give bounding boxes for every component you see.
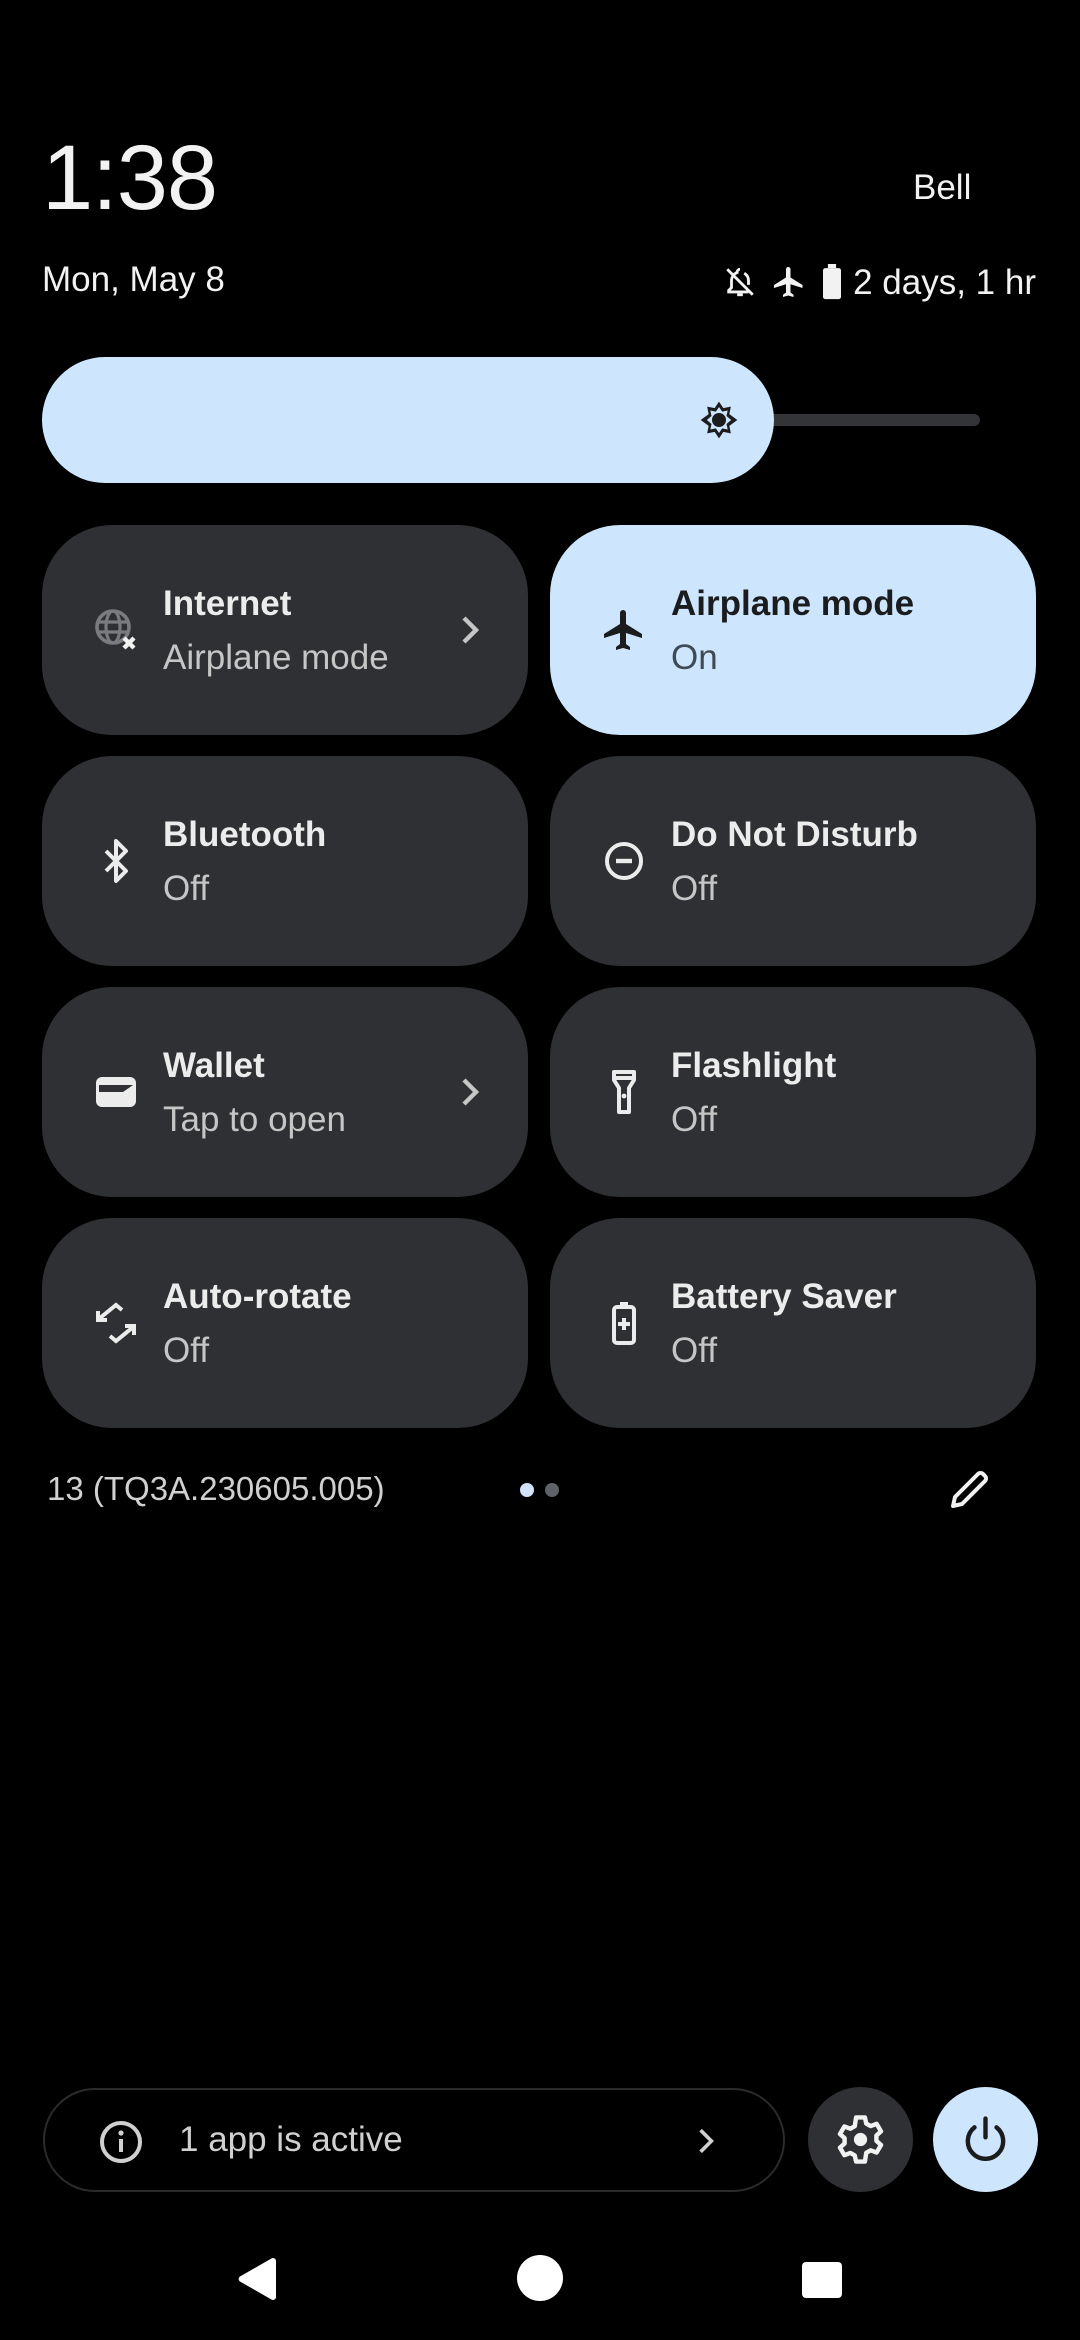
battery-remaining: 2 days, 1 hr bbox=[853, 262, 1036, 302]
tile-state: Airplane mode bbox=[163, 638, 389, 677]
tile-bluetooth[interactable]: Bluetooth Off bbox=[42, 756, 528, 966]
tile-label: Airplane mode bbox=[671, 584, 915, 623]
chevron-right-icon bbox=[462, 1078, 480, 1106]
clock[interactable]: 1:38 bbox=[42, 132, 218, 224]
tile-state: Tap to open bbox=[163, 1100, 346, 1139]
airplane-icon bbox=[774, 267, 803, 297]
tile-label: Auto-rotate bbox=[163, 1277, 352, 1316]
tile-internet[interactable]: Internet Airplane mode bbox=[42, 525, 528, 735]
tile-state: Off bbox=[163, 869, 210, 908]
build-number[interactable]: 13 (TQ3A.230605.005) bbox=[47, 1472, 385, 1505]
tile-label: Do Not Disturb bbox=[671, 815, 918, 854]
dnd-off-bell-icon bbox=[726, 267, 754, 297]
tile-state: Off bbox=[671, 1331, 718, 1370]
tile-state: Off bbox=[163, 1331, 210, 1370]
chevron-right-icon bbox=[462, 616, 480, 644]
carrier-name: Bell bbox=[913, 168, 972, 207]
tile-auto-rotate[interactable]: Auto-rotate Off bbox=[42, 1218, 528, 1428]
do-not-disturb-icon bbox=[605, 842, 643, 880]
auto-rotate-icon bbox=[96, 1302, 136, 1344]
date[interactable]: Mon, May 8 bbox=[42, 262, 225, 297]
flashlight-icon bbox=[612, 1070, 636, 1114]
tile-state: Off bbox=[671, 869, 718, 908]
tile-label: Flashlight bbox=[671, 1046, 837, 1085]
tile-wallet[interactable]: Wallet Tap to open bbox=[42, 987, 528, 1197]
tile-label: Bluetooth bbox=[163, 815, 327, 854]
power-button[interactable] bbox=[933, 2087, 1038, 2192]
bluetooth-icon bbox=[104, 839, 128, 883]
info-icon bbox=[100, 2121, 142, 2163]
page-indicator-inactive bbox=[545, 1483, 559, 1497]
tile-label: Internet bbox=[163, 584, 292, 623]
tile-label: Wallet bbox=[163, 1046, 265, 1085]
tile-label: Battery Saver bbox=[671, 1277, 897, 1316]
status-icons: 2 days, 1 hr bbox=[723, 262, 1036, 302]
airplane-icon bbox=[604, 610, 642, 650]
brightness-fill[interactable] bbox=[42, 357, 774, 483]
chevron-right-icon bbox=[699, 2128, 714, 2154]
globe-off-icon bbox=[95, 609, 136, 650]
active-apps-text: 1 app is active bbox=[179, 2120, 403, 2159]
page-indicator-active bbox=[520, 1483, 534, 1497]
power-icon bbox=[965, 2116, 1006, 2161]
home-icon[interactable] bbox=[517, 2255, 563, 2301]
settings-button[interactable] bbox=[808, 2087, 913, 2192]
battery-icon bbox=[823, 264, 842, 300]
tile-battery-saver[interactable]: Battery Saver Off bbox=[550, 1218, 1036, 1428]
recents-icon[interactable] bbox=[802, 2262, 842, 2298]
tile-state: Off bbox=[671, 1100, 718, 1139]
edit-icon[interactable] bbox=[945, 1466, 993, 1514]
battery-saver-icon bbox=[612, 1302, 636, 1345]
gear-icon bbox=[837, 2115, 884, 2164]
brightness-slider[interactable] bbox=[42, 357, 980, 483]
active-apps-button[interactable]: 1 app is active bbox=[43, 2088, 785, 2192]
tile-state: On bbox=[671, 638, 718, 677]
wallet-icon bbox=[96, 1077, 136, 1107]
tile-flashlight[interactable]: Flashlight Off bbox=[550, 987, 1036, 1197]
tile-do-not-disturb[interactable]: Do Not Disturb Off bbox=[550, 756, 1036, 966]
brightness-icon bbox=[700, 401, 738, 439]
tile-airplane-mode[interactable]: Airplane mode On bbox=[550, 525, 1036, 735]
back-icon[interactable] bbox=[236, 2258, 280, 2300]
